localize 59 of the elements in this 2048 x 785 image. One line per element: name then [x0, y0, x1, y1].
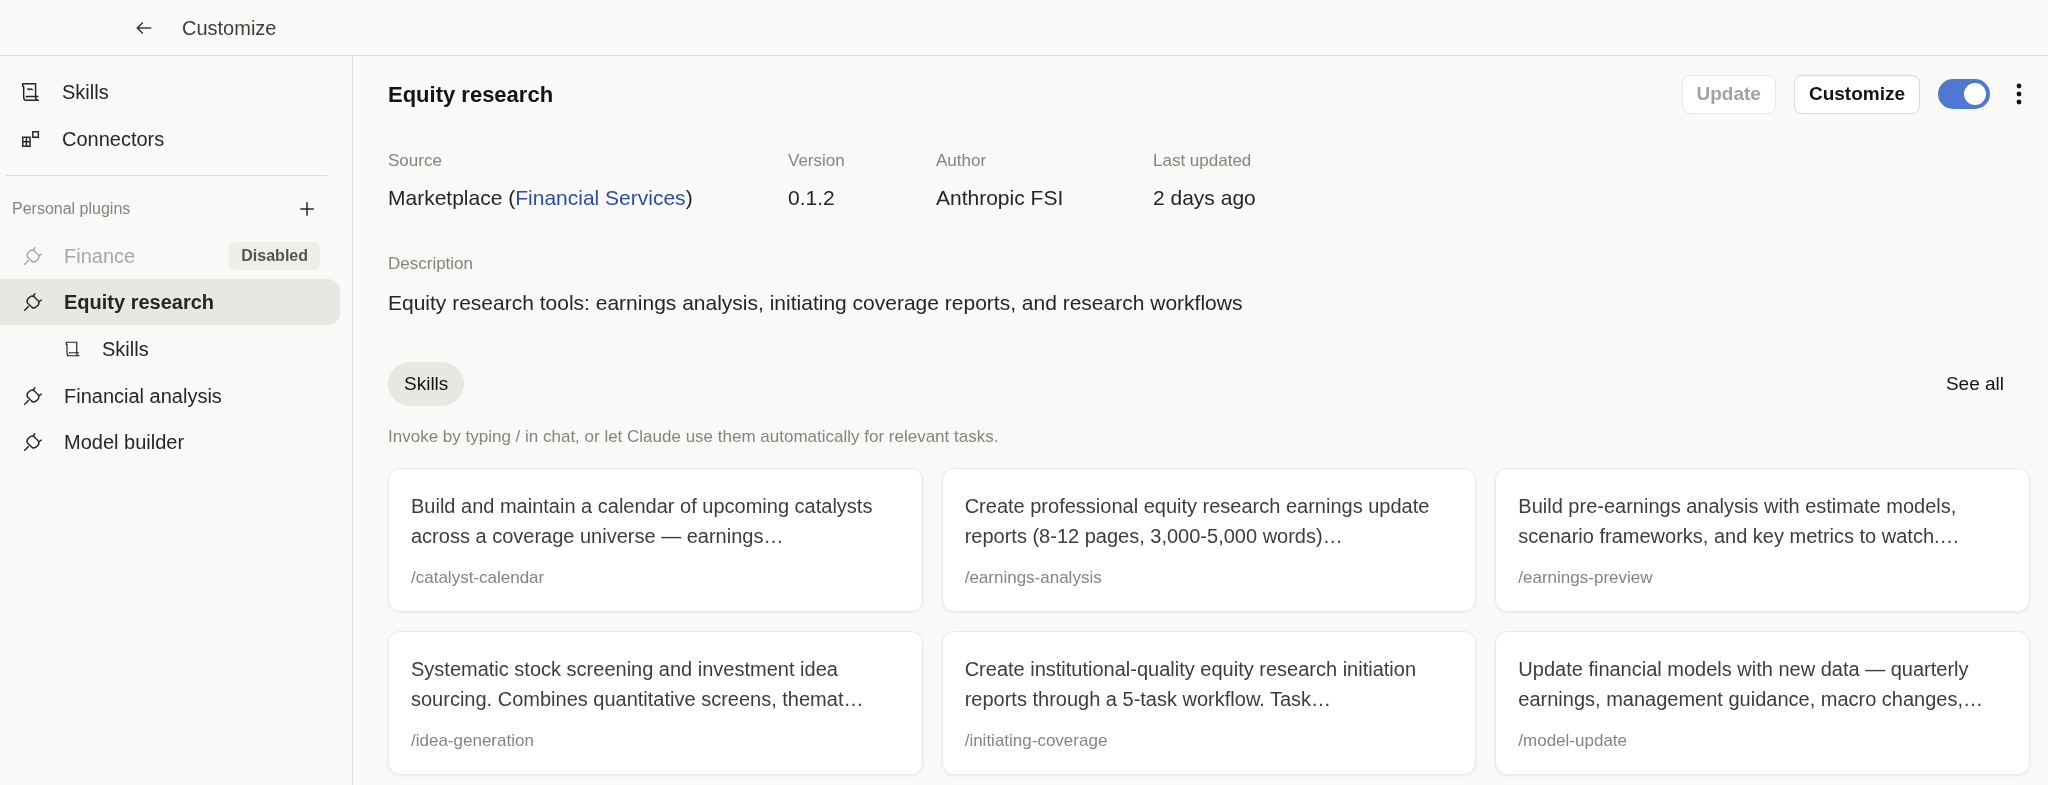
meta-value: Marketplace (Financial Services): [388, 184, 694, 211]
plugin-title: Equity research: [388, 80, 554, 109]
see-all-link[interactable]: See all: [1945, 369, 2004, 399]
skill-command: /catalyst-calendar: [411, 566, 546, 589]
description-label: Description: [388, 253, 475, 275]
meta-label: Last updated: [1153, 150, 1253, 172]
skill-description: Create institutional-quality equity research initiation reports through a 5-task workflow. Task…: [964, 656, 1417, 712]
source-link[interactable]: Financial Services: [515, 185, 686, 209]
skill-description: Create professional equity research earnings update reports (8-12 pages, 3,000-5,000 words)…: [964, 493, 1431, 549]
nav-item[interactable]: Connectors: [0, 115, 340, 162]
plugin-item[interactable]: Financial analysis: [0, 373, 340, 419]
plugin-item[interactable]: Model builder: [0, 419, 340, 465]
hint-text: Invoke by typing / in chat, or let Claude use them automatically for relevant tasks.: [388, 426, 1000, 448]
plugin-label: Model builder: [64, 430, 186, 455]
skill-command: /earnings-preview: [1518, 566, 1654, 589]
scroll-icon: [20, 80, 42, 103]
skill-card[interactable]: Systematic stock screening and investment idea sourcing. Combines quantitative screens, themat… /idea-generation: [388, 630, 923, 775]
scroll-icon: [64, 340, 82, 358]
nav-label: Skills: [62, 79, 109, 105]
toggle-switch[interactable]: [1938, 79, 1990, 109]
plugin-item[interactable]: Equity research: [0, 279, 340, 325]
plug-icon: [22, 291, 44, 313]
skill-command: /initiating-coverage: [964, 729, 1109, 752]
skill-command: /earnings-analysis: [964, 566, 1103, 589]
plug-icon: [22, 385, 44, 407]
skill-description: Build and maintain a calendar of upcoming catalysts across a coverage universe — earnings…: [411, 493, 874, 549]
skill-card[interactable]: Build and maintain a calendar of upcoming catalysts across a coverage universe — earnings… /catalyst-calendar: [388, 467, 923, 612]
plugin-label: Skills: [102, 337, 149, 362]
plug-icon: [22, 431, 44, 453]
plugin-label: Financial analysis: [64, 384, 223, 409]
add-icon[interactable]: [298, 200, 316, 218]
skill-card[interactable]: Create professional equity research earnings update reports (8-12 pages, 3,000-5,000 words)… /earnings-analysis: [941, 467, 1477, 612]
meta-label: Version: [788, 150, 846, 172]
plugin-subitem[interactable]: Skills: [0, 325, 340, 373]
skill-card[interactable]: Build pre-earnings analysis with estimate models, scenario frameworks, and key metrics to watch.… /earnings-preview: [1495, 467, 2030, 612]
skill-card[interactable]: Create institutional-quality equity research initiation reports through a 5-task workflow. Task… /initiating-coverage: [941, 630, 1477, 775]
description-text: Equity research tools: earnings analysis, initiating coverage reports, and research workflows: [388, 289, 1244, 316]
section-heading: Personal plugins: [12, 199, 131, 219]
meta-value: 0.1.2: [788, 184, 836, 211]
skill-card[interactable]: Update financial models with new data — quarterly earnings, management guidance, macro changes,… /model-update: [1495, 630, 2030, 775]
meta-value: Anthropic FSI: [936, 184, 1065, 211]
meta-value: 2 days ago: [1153, 184, 1257, 211]
meta-label: Author: [936, 150, 988, 172]
plugin-label: Finance: [64, 244, 137, 269]
skill-description: Systematic stock screening and investment idea sourcing. Combines quantitative screens, themat…: [411, 656, 865, 712]
skill-description: Build pre-earnings analysis with estimate models, scenario frameworks, and key metrics to watch.…: [1518, 493, 1961, 549]
status-badge: Disabled: [229, 242, 320, 270]
skill-command: /idea-generation: [411, 729, 535, 752]
more-options-icon[interactable]: [2016, 83, 2022, 105]
page-title: Customize: [182, 15, 277, 41]
skill-command: /model-update: [1518, 729, 1628, 752]
nav-label: Connectors: [62, 126, 165, 152]
skills-tab[interactable]: Skills: [388, 362, 465, 406]
nav-item[interactable]: Skills: [0, 68, 340, 115]
plugin-label: Equity research: [64, 290, 216, 315]
plug-icon: [22, 245, 44, 267]
meta-label: Source: [388, 150, 443, 172]
skill-description: Update financial models with new data — quarterly earnings, management guidance, macro changes,…: [1518, 656, 1985, 712]
customize-button[interactable]: Customize: [1793, 74, 1920, 114]
